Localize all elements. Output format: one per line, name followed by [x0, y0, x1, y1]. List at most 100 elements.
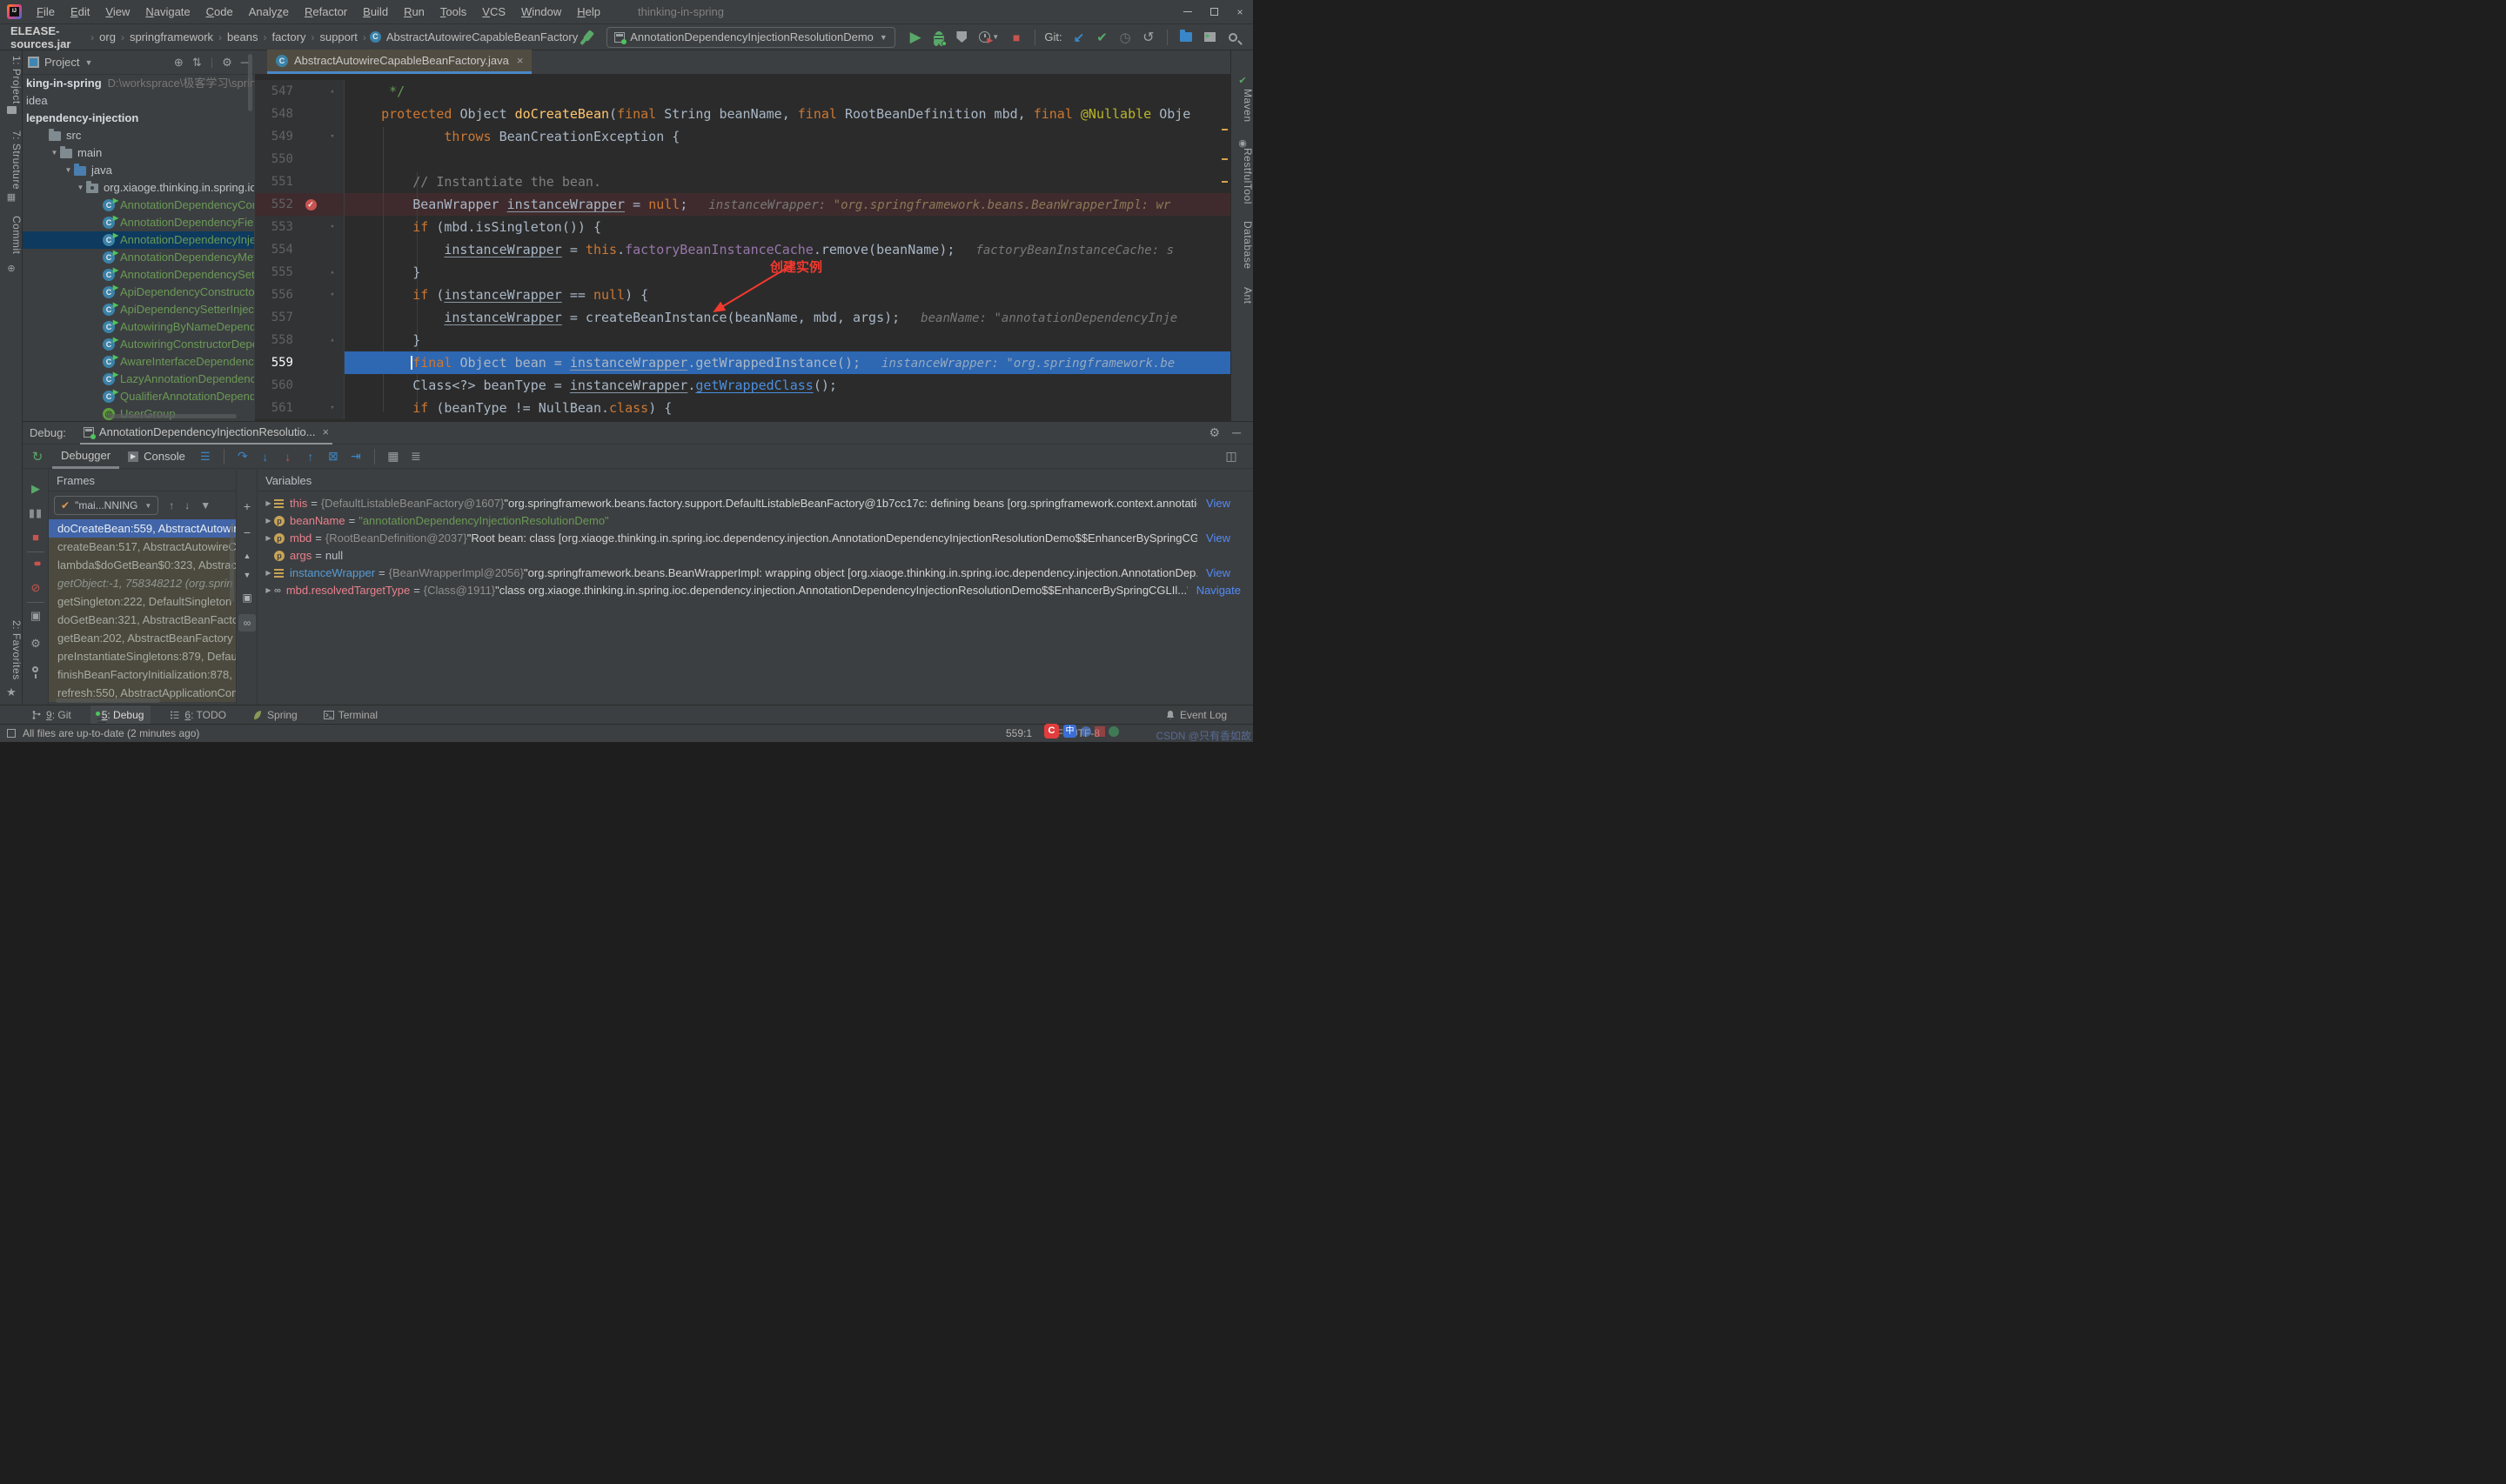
frame-row[interactable]: doGetBean:321, AbstractBeanFactor: [49, 611, 236, 629]
tree-item-lependency-injection[interactable]: lependency-injection: [23, 110, 254, 127]
move-up-icon[interactable]: ▲: [237, 551, 258, 560]
breadcrumb-item[interactable]: support: [318, 30, 358, 43]
fold-icon[interactable]: ▴: [323, 80, 342, 103]
breadcrumb-item[interactable]: ELEASE-sources.jar: [9, 24, 87, 50]
profiler-button[interactable]: ▼: [975, 27, 1003, 48]
tree-item-annotationdependencyinjection[interactable]: CAnnotationDependencyInjection: [23, 231, 254, 249]
breakpoint-column[interactable]: [298, 351, 323, 374]
fold-icon[interactable]: ▾: [323, 125, 342, 148]
collapse-all-icon[interactable]: ⇅: [192, 56, 202, 70]
menu-item-edit[interactable]: Edit: [63, 5, 97, 18]
line-number[interactable]: 556: [255, 284, 298, 306]
gear-icon[interactable]: ⚙: [1209, 425, 1221, 440]
variable-row-mbd[interactable]: ▶ p mbd = {RootBeanDefinition@2037} "Root be…: [258, 530, 1253, 547]
add-watch-icon[interactable]: +: [237, 499, 258, 513]
menu-item-run[interactable]: Run: [396, 5, 432, 18]
code-line-554[interactable]: 554 instanceWrapper = this.factoryBeanIn…: [255, 238, 1230, 261]
tab-console[interactable]: ▶ Console: [119, 445, 194, 469]
breakpoint-column[interactable]: ✓: [298, 193, 323, 216]
code-line-550[interactable]: 550: [255, 148, 1230, 170]
link-view[interactable]: View: [1197, 495, 1230, 512]
project-panel-title[interactable]: Project: [44, 56, 79, 69]
menu-item-vcs[interactable]: VCS: [474, 5, 513, 18]
chevron-down-icon[interactable]: ▼: [49, 144, 60, 162]
breakpoint-column[interactable]: [298, 284, 323, 306]
breadcrumb-item[interactable]: springframework: [128, 30, 215, 43]
fold-icon[interactable]: ▾: [323, 397, 342, 419]
tool-window-button-6-todo[interactable]: 6: TODO: [163, 705, 233, 725]
breadcrumb-item[interactable]: org: [97, 30, 117, 43]
frame-row[interactable]: getBean:202, AbstractBeanFactory (: [49, 629, 236, 647]
breakpoint-column[interactable]: [298, 80, 323, 103]
breakpoint-column[interactable]: [298, 306, 323, 329]
restore-layout-icon[interactable]: ◫: [1220, 446, 1243, 467]
search-everywhere-button[interactable]: [1223, 27, 1243, 48]
sidebar-item-database[interactable]: Database: [1231, 221, 1253, 269]
breakpoint-column[interactable]: [298, 329, 323, 351]
step-out-icon[interactable]: ↑: [299, 446, 322, 467]
move-down-icon[interactable]: ▼: [237, 571, 258, 579]
git-commit-button[interactable]: ✔: [1092, 27, 1112, 48]
structure-grid-icon[interactable]: ▦: [0, 191, 23, 203]
line-number[interactable]: 553: [255, 216, 298, 238]
remove-watch-icon[interactable]: −: [237, 525, 258, 539]
code-line-552[interactable]: 552 ✓ BeanWrapper instanceWrapper = null;…: [255, 193, 1230, 216]
code-line-560[interactable]: 560 Class<?> beanType = instanceWrapper.…: [255, 374, 1230, 397]
tree-item-java[interactable]: ▼ java: [23, 162, 254, 179]
project-structure-button[interactable]: [1176, 27, 1196, 48]
variable-row-mbd-resolvedtargettype[interactable]: ▶ ∞ mbd.resolvedTargetType = {Class@1911} "c…: [258, 582, 1253, 599]
menu-item-navigate[interactable]: Navigate: [137, 5, 198, 18]
run-to-cursor-icon[interactable]: ⇥: [345, 446, 367, 467]
frame-row[interactable]: doCreateBean:559, AbstractAutowir: [49, 519, 236, 538]
close-button[interactable]: ×: [1227, 0, 1253, 24]
line-number[interactable]: 558: [255, 329, 298, 351]
pin-icon[interactable]: [32, 666, 38, 678]
gear-icon[interactable]: ⚙: [23, 637, 49, 651]
tree-item-apidependencyconstructorinjec[interactable]: CApiDependencyConstructorInjec: [23, 284, 254, 301]
chevron-right-icon[interactable]: ▶: [263, 582, 274, 599]
thread-select[interactable]: ✔ "mai...NNING ▼: [54, 496, 159, 515]
tree-item-awareinterfacedependencyinjec[interactable]: CAwareInterfaceDependencyInjec: [23, 353, 254, 371]
build-hammer-icon[interactable]: [580, 29, 595, 45]
toggle-margins-icon[interactable]: [7, 729, 16, 738]
code-line-556[interactable]: 556 ▾ if (instanceWrapper == null) {: [255, 284, 1230, 306]
coverage-button[interactable]: [952, 27, 972, 48]
menu-item-tools[interactable]: Tools: [432, 5, 474, 18]
variable-row-beanname[interactable]: ▶ p beanName = "annotationDependencyInjectio…: [258, 512, 1253, 530]
line-number[interactable]: 551: [255, 170, 298, 193]
tab-debugger[interactable]: Debugger: [52, 445, 120, 469]
tree-item-king-in-spring[interactable]: king-in-spring D:\worksprace\极客学习\spring: [23, 75, 254, 92]
code-line-548[interactable]: 548 protected Object doCreateBean(final …: [255, 103, 1230, 125]
line-number[interactable]: 560: [255, 374, 298, 397]
breakpoint-column[interactable]: [298, 148, 323, 170]
tool-window-button-9-git[interactable]: 9: Git: [24, 705, 78, 725]
line-number[interactable]: 561: [255, 397, 298, 419]
project-vertical-scrollbar[interactable]: [248, 54, 252, 111]
tree-item-autowiringconstructordepender[interactable]: CAutowiringConstructorDepender: [23, 336, 254, 353]
chevron-right-icon[interactable]: ▶: [263, 565, 274, 582]
breakpoint-column[interactable]: [298, 216, 323, 238]
editor-tab[interactable]: C AbstractAutowireCapableBeanFactory.jav…: [267, 50, 533, 74]
breakpoint-icon[interactable]: ✓: [305, 198, 317, 211]
tool-window-button-spring[interactable]: Spring: [245, 705, 305, 725]
menu-item-refactor[interactable]: Refactor: [297, 5, 355, 18]
frame-row[interactable]: finishBeanFactoryInitialization:878,: [49, 665, 236, 684]
menu-item-file[interactable]: File: [29, 5, 63, 18]
menu-item-analyze[interactable]: Analyze: [241, 5, 297, 18]
force-step-into-icon[interactable]: ↓: [277, 446, 299, 467]
pause-icon[interactable]: ▮▮: [23, 506, 49, 520]
code-line-559[interactable]: 559 final Object bean = instanceWrapper.…: [255, 351, 1230, 374]
breakpoint-column[interactable]: [298, 374, 323, 397]
breadcrumb-item[interactable]: AbstractAutowireCapableBeanFactory: [385, 30, 580, 43]
drop-frame-icon[interactable]: ⊠: [322, 446, 345, 467]
sidebar-item-structure[interactable]: 7: Structure: [0, 130, 23, 190]
project-horizontal-scrollbar[interactable]: [106, 414, 237, 418]
chevron-right-icon[interactable]: ▶: [263, 495, 274, 512]
fold-icon[interactable]: ▾: [323, 216, 342, 238]
frame-down-icon[interactable]: ↓: [184, 499, 190, 511]
run-button[interactable]: ▶: [906, 27, 926, 48]
breadcrumb-item[interactable]: factory: [270, 30, 307, 43]
step-into-icon[interactable]: ↓: [254, 446, 277, 467]
chevron-right-icon[interactable]: ▶: [263, 530, 274, 547]
run-configuration-select[interactable]: AnnotationDependencyInjectionResolutionD…: [606, 26, 895, 48]
